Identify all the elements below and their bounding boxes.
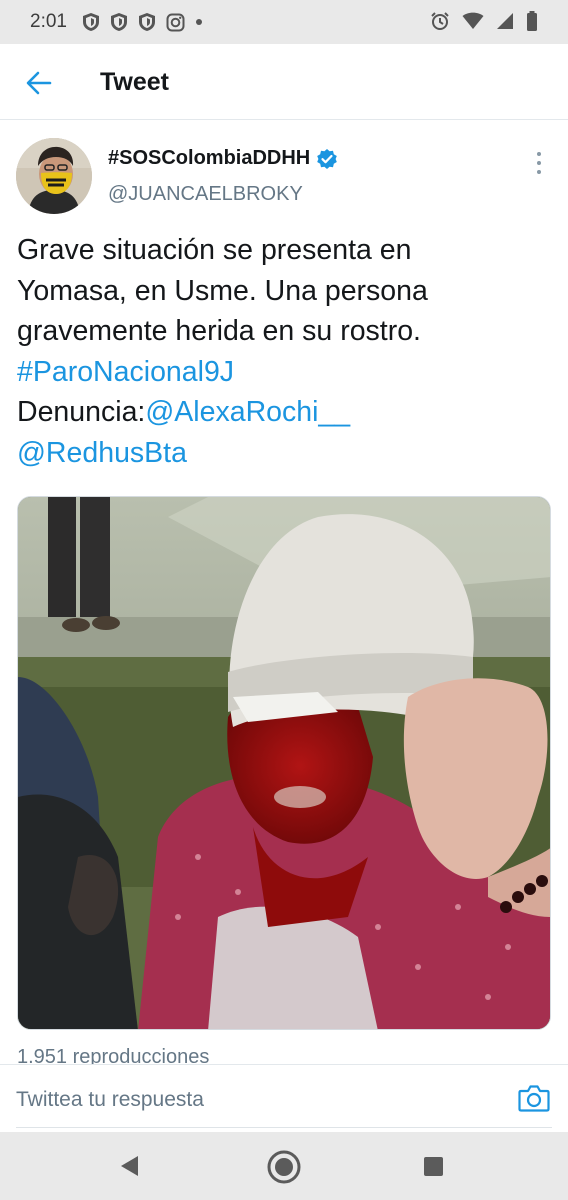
system-icons [430, 11, 538, 31]
battery-icon [527, 11, 537, 31]
home-circle-icon[interactable] [266, 1149, 302, 1185]
display-name[interactable]: #SOSColombiaDDHH [108, 147, 338, 170]
back-triangle-icon[interactable] [118, 1154, 142, 1178]
status-bar: 2:01 [0, 0, 568, 44]
mention-link[interactable]: @RedhusBta [17, 437, 187, 469]
arrow-left-icon [26, 71, 52, 95]
video-thumbnail-image [18, 497, 550, 1029]
system-nav-bar [0, 1132, 568, 1200]
instagram-icon [166, 13, 185, 31]
notification-icons [82, 12, 203, 32]
camera-button[interactable] [518, 1083, 550, 1113]
dot-icon [196, 19, 202, 25]
avatar[interactable] [16, 138, 92, 214]
avatar-image [16, 138, 92, 214]
reply-bar: Twittea tu respuesta [0, 1064, 568, 1132]
back-button[interactable] [22, 66, 56, 100]
denuncia-label: Denuncia: [17, 396, 146, 428]
app-bar: Tweet [0, 44, 568, 120]
reply-input-underline [16, 1127, 552, 1128]
tweet-header: #SOSColombiaDDHH @JUANCAELBROKY [0, 120, 568, 220]
page-title: Tweet [100, 68, 169, 96]
shield-icon [83, 13, 99, 31]
more-dot-icon [537, 170, 541, 174]
display-name-text: #SOSColombiaDDHH [108, 147, 311, 169]
views-count: 1.951 reproducciones [17, 1046, 210, 1064]
hashtag-link[interactable]: #ParoNacional9J [17, 356, 234, 388]
tweet-text-line: gravemente herida en su rostro. [17, 315, 421, 347]
shield-icon [139, 13, 155, 31]
mention-link[interactable]: @AlexaRochi__ [145, 396, 350, 428]
tweet-video[interactable] [17, 496, 551, 1030]
alarm-icon [431, 12, 449, 30]
more-options-button[interactable] [528, 148, 550, 178]
wifi-icon [462, 12, 484, 29]
tweet-text-line: Grave situación se presenta en [17, 234, 412, 266]
camera-icon [518, 1085, 550, 1112]
recents-square-icon[interactable] [424, 1157, 443, 1176]
status-time: 2:01 [30, 11, 67, 32]
tweet-text-line: Yomasa, en Usme. Una persona [17, 274, 428, 307]
username[interactable]: @JUANCAELBROKY [108, 183, 303, 206]
reply-input[interactable]: Twittea tu respuesta [16, 1088, 204, 1112]
tweet-text: Grave situación se presenta en Yomasa, e… [17, 230, 557, 473]
more-dot-icon [537, 152, 541, 156]
signal-icon [497, 13, 513, 29]
shield-icon [111, 13, 127, 31]
more-dot-icon [537, 161, 541, 165]
verified-badge-icon [317, 148, 338, 169]
